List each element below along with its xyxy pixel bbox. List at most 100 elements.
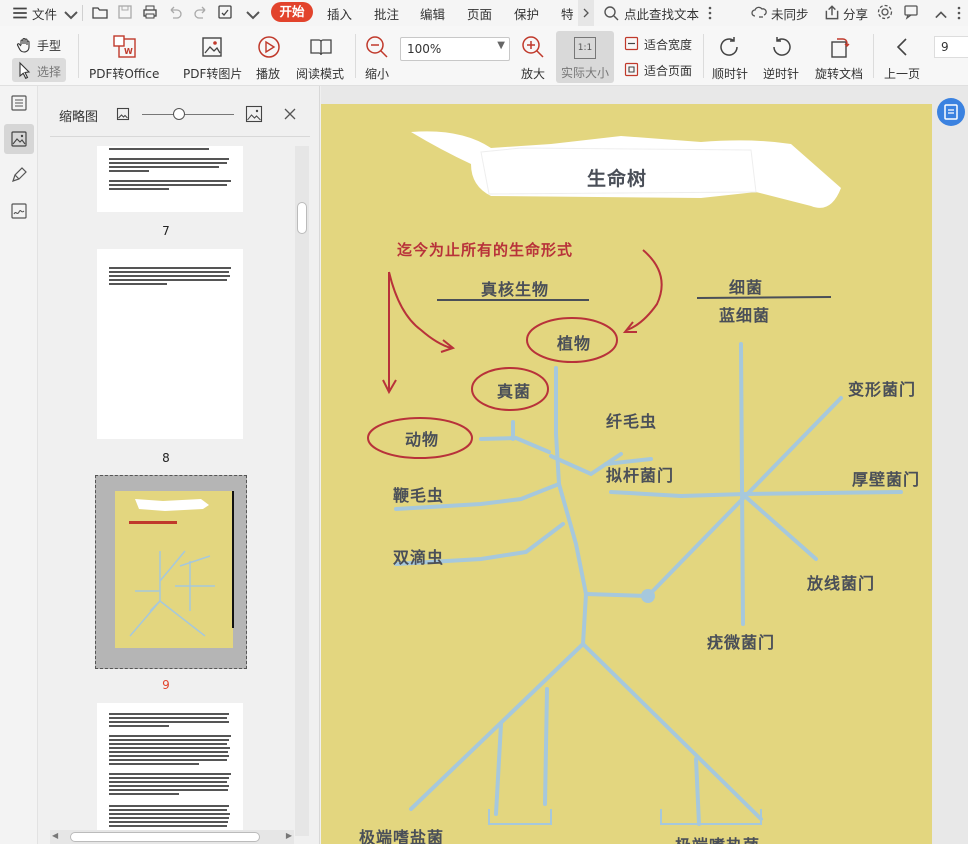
page-number-input[interactable]: 9 [934,36,968,58]
page-thumbnail[interactable] [97,146,243,212]
document-viewer[interactable]: 生命树 迄今为止所有的生命形式 真核生物 细菌 蓝细菌 植物 真菌 动物 纤毛虫… [321,86,968,844]
page-thumbnail[interactable] [97,249,243,439]
label-diplomonads: 双滴虫 [393,548,445,567]
pdf-to-office-button[interactable]: W PDF转Office [86,30,160,82]
outline-button[interactable] [4,88,34,118]
zoom-out-icon [366,36,388,58]
previous-page-button[interactable]: 上一页 [880,30,924,82]
annotation-button[interactable] [4,160,34,190]
tab-edit[interactable]: 编辑 [420,4,445,23]
large-image-icon [245,105,263,123]
redo-icon[interactable] [192,3,210,21]
zoom-in-icon [522,36,544,58]
tab-protect[interactable]: 保护 [514,4,539,23]
chevron-down-icon[interactable] [62,6,80,24]
floating-tool-button[interactable] [937,98,965,126]
text-line [109,777,229,779]
rotate-clockwise-button[interactable]: 顺时针 [710,30,750,82]
play-button[interactable]: 播放 [252,30,286,82]
divider [82,5,83,21]
divider [50,136,310,137]
share-icon[interactable] [823,4,841,22]
undo-icon[interactable] [166,3,184,21]
play-icon [258,36,280,58]
hand-tool-button[interactable]: 手型 [14,34,64,56]
fit-page-button[interactable]: 适合页面 [624,60,698,80]
image-icon [11,131,27,147]
save-icon[interactable] [116,3,134,21]
text-line [109,747,230,749]
zoom-in-button[interactable]: 放大 [518,30,548,82]
tab-special[interactable]: 特 [561,4,574,23]
cloud-sync-icon[interactable] [751,4,769,22]
rotate-document-button[interactable]: 旋转文档 [813,30,867,82]
actual-size-button[interactable]: 1:1 实际大小 [556,31,614,83]
pdf-to-image-button[interactable]: PDF转图片 [180,30,244,82]
open-folder-icon[interactable] [91,3,109,21]
label-firmicutes: 厚壁菌门 [852,470,921,489]
rotate-counterclockwise-button[interactable]: 逆时针 [761,30,801,82]
tab-annotate[interactable]: 批注 [374,4,399,23]
menu-bar: 文件 开始 插入 批注 编辑 页面 保护 特 点此查找文本 未同步 分享 [0,0,968,26]
sync-status[interactable]: 未同步 [771,4,809,23]
tab-page[interactable]: 页面 [467,4,492,23]
text-line [109,725,169,727]
page-edge [232,491,234,628]
chevron-up-icon[interactable] [932,6,950,24]
scroll-left-icon[interactable]: ◀ [52,831,58,840]
vertical-scrollbar[interactable] [295,146,309,836]
more-icon[interactable] [950,4,968,22]
menu-file[interactable]: 文件 [32,4,57,23]
slider-handle[interactable] [172,108,185,120]
gear-icon[interactable] [876,3,894,21]
zoom-level-select[interactable]: 100% ▼ [400,37,510,61]
label-flagellates: 鞭毛虫 [393,486,445,505]
horizontal-scrollbar[interactable]: ◀ ▶ [50,830,294,844]
select-tool-button[interactable]: 选择 [12,58,66,82]
share-button[interactable]: 分享 [843,4,868,23]
text-line [109,805,229,807]
pdf-page: 生命树 迄今为止所有的生命形式 真核生物 细菌 蓝细菌 植物 真菌 动物 纤毛虫… [321,104,932,844]
text-line [109,763,199,765]
thumbnail-button[interactable] [4,124,34,154]
fit-width-button[interactable]: 适合宽度 [624,34,698,54]
tree-thumbnail-graphic [129,499,215,637]
print-icon[interactable] [141,3,159,21]
text-line [109,275,230,277]
page-thumbnail[interactable] [97,703,243,838]
search-icon[interactable] [602,4,620,22]
thumbnail-panel: 缩略图 7 8 9 ◀ ▶ [38,86,320,844]
tab-insert[interactable]: 插入 [327,4,352,23]
page-thumbnail-selected[interactable] [95,475,247,669]
text-line [109,755,229,757]
read-mode-button[interactable]: 阅读模式 [294,30,348,82]
hamburger-menu-icon[interactable] [11,4,29,22]
search-input[interactable]: 点此查找文本 [624,4,699,23]
scroll-right-icon[interactable]: ▶ [286,831,292,840]
small-image-icon [116,107,130,121]
tab-start[interactable]: 开始 [271,2,313,22]
signature-button[interactable] [4,196,34,226]
comment-icon[interactable] [902,3,920,21]
close-icon[interactable] [284,108,296,120]
chevron-down-icon: ▼ [497,40,505,51]
pen-icon [12,167,27,182]
pdf-edit-icon[interactable] [216,3,234,21]
more-icon[interactable] [701,4,719,22]
thumbnail-size-slider[interactable] [142,114,234,115]
select-tool-label: 选择 [37,65,62,79]
text-line [109,773,231,775]
list-icon [11,95,27,111]
zoom-out-button[interactable]: 缩小 [362,30,392,82]
scrollbar-thumb[interactable] [297,202,307,234]
label-tenericutes: 疣微菌门 [707,633,776,652]
scrollbar-thumb[interactable] [70,832,260,842]
previous-page-label: 上一页 [884,67,921,81]
chevron-down-icon[interactable] [244,6,262,24]
pdf-to-office-label: PDF转Office [89,67,160,81]
pdf-to-image-icon [202,37,222,57]
side-rail [0,86,38,844]
tab-overflow-button[interactable] [578,0,594,26]
page-number-label: 8 [162,451,170,465]
chevron-left-icon [896,38,907,56]
